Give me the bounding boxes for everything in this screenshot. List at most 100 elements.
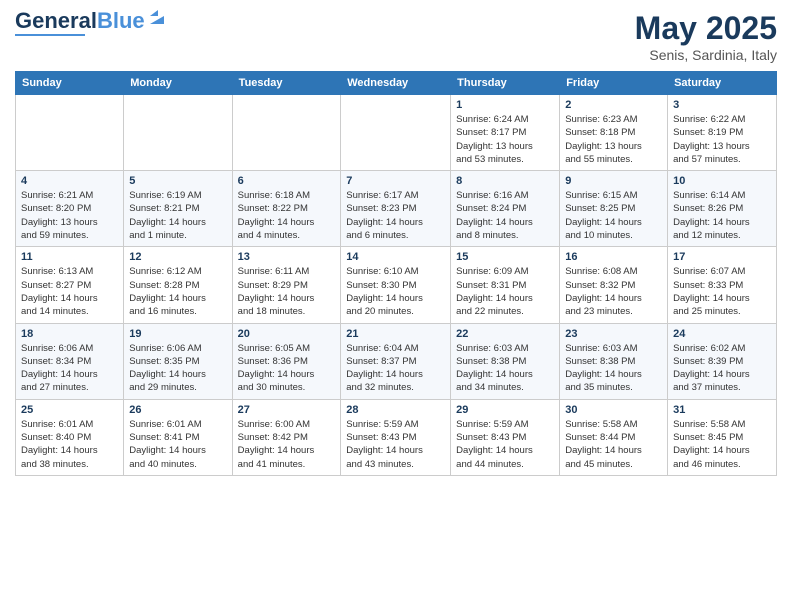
calendar-header-row: Sunday Monday Tuesday Wednesday Thursday… (16, 72, 777, 95)
day-number: 20 (238, 328, 336, 340)
logo-blue: Blue (97, 8, 145, 33)
col-wednesday: Wednesday (341, 72, 451, 95)
week-row-4: 18 Sunrise: 6:06 AM Sunset: 8:34 PM Dayli… (16, 323, 777, 399)
day-info: Sunrise: 6:06 AM Sunset: 8:34 PM Dayligh… (21, 342, 118, 395)
cell-w1-d1 (16, 95, 124, 171)
day-number: 15 (456, 251, 554, 263)
day-number: 19 (129, 328, 226, 340)
cell-w5-d4: 28 Sunrise: 5:59 AM Sunset: 8:43 PM Dayli… (341, 399, 451, 475)
day-number: 7 (346, 175, 445, 187)
cell-w5-d2: 26 Sunrise: 6:01 AM Sunset: 8:41 PM Dayli… (124, 399, 232, 475)
day-info: Sunrise: 6:21 AM Sunset: 8:20 PM Dayligh… (21, 189, 118, 242)
cell-w2-d2: 5Sunrise: 6:19 AM Sunset: 8:21 PM Daylig… (124, 171, 232, 247)
logo-triangle-icon (148, 8, 166, 26)
day-info: Sunrise: 6:16 AM Sunset: 8:24 PM Dayligh… (456, 189, 554, 242)
day-info: Sunrise: 6:14 AM Sunset: 8:26 PM Dayligh… (673, 189, 771, 242)
week-row-5: 25 Sunrise: 6:01 AM Sunset: 8:40 PM Dayli… (16, 399, 777, 475)
cell-w2-d7: 10 Sunrise: 6:14 AM Sunset: 8:26 PM Dayli… (668, 171, 777, 247)
calendar: Sunday Monday Tuesday Wednesday Thursday… (15, 71, 777, 476)
day-info: Sunrise: 5:59 AM Sunset: 8:43 PM Dayligh… (456, 418, 554, 471)
cell-w1-d6: 2Sunrise: 6:23 AM Sunset: 8:18 PM Daylig… (560, 95, 668, 171)
day-number: 18 (21, 328, 118, 340)
cell-w3-d4: 14 Sunrise: 6:10 AM Sunset: 8:30 PM Dayli… (341, 247, 451, 323)
col-friday: Friday (560, 72, 668, 95)
day-number: 25 (21, 404, 118, 416)
cell-w3-d1: 11 Sunrise: 6:13 AM Sunset: 8:27 PM Dayli… (16, 247, 124, 323)
day-info: Sunrise: 6:12 AM Sunset: 8:28 PM Dayligh… (129, 265, 226, 318)
cell-w1-d5: 1Sunrise: 6:24 AM Sunset: 8:17 PM Daylig… (451, 95, 560, 171)
cell-w4-d2: 19 Sunrise: 6:06 AM Sunset: 8:35 PM Dayli… (124, 323, 232, 399)
logo-general: General (15, 8, 97, 33)
day-info: Sunrise: 6:18 AM Sunset: 8:22 PM Dayligh… (238, 189, 336, 242)
day-number: 14 (346, 251, 445, 263)
day-info: Sunrise: 6:10 AM Sunset: 8:30 PM Dayligh… (346, 265, 445, 318)
cell-w5-d1: 25 Sunrise: 6:01 AM Sunset: 8:40 PM Dayli… (16, 399, 124, 475)
day-number: 31 (673, 404, 771, 416)
day-number: 24 (673, 328, 771, 340)
day-number: 30 (565, 404, 662, 416)
cell-w4-d1: 18 Sunrise: 6:06 AM Sunset: 8:34 PM Dayli… (16, 323, 124, 399)
logo: GeneralBlue (15, 10, 166, 36)
col-thursday: Thursday (451, 72, 560, 95)
day-info: Sunrise: 6:05 AM Sunset: 8:36 PM Dayligh… (238, 342, 336, 395)
day-number: 23 (565, 328, 662, 340)
day-info: Sunrise: 6:00 AM Sunset: 8:42 PM Dayligh… (238, 418, 336, 471)
day-info: Sunrise: 6:03 AM Sunset: 8:38 PM Dayligh… (456, 342, 554, 395)
cell-w2-d1: 4 Sunrise: 6:21 AM Sunset: 8:20 PM Daylig… (16, 171, 124, 247)
day-number: 16 (565, 251, 662, 263)
day-number: 11 (21, 251, 118, 263)
col-sunday: Sunday (16, 72, 124, 95)
day-number: 8 (456, 175, 554, 187)
day-number: 2 (565, 99, 662, 111)
cell-w5-d6: 30 Sunrise: 5:58 AM Sunset: 8:44 PM Dayli… (560, 399, 668, 475)
week-row-3: 11 Sunrise: 6:13 AM Sunset: 8:27 PM Dayli… (16, 247, 777, 323)
day-info: Sunrise: 5:58 AM Sunset: 8:44 PM Dayligh… (565, 418, 662, 471)
cell-w4-d4: 21Sunrise: 6:04 AM Sunset: 8:37 PM Dayli… (341, 323, 451, 399)
logo-text: GeneralBlue (15, 10, 145, 32)
cell-w1-d7: 3 Sunrise: 6:22 AM Sunset: 8:19 PM Daylig… (668, 95, 777, 171)
day-number: 26 (129, 404, 226, 416)
day-info: Sunrise: 6:06 AM Sunset: 8:35 PM Dayligh… (129, 342, 226, 395)
day-info: Sunrise: 6:13 AM Sunset: 8:27 PM Dayligh… (21, 265, 118, 318)
cell-w3-d6: 16Sunrise: 6:08 AM Sunset: 8:32 PM Dayli… (560, 247, 668, 323)
cell-w4-d5: 22Sunrise: 6:03 AM Sunset: 8:38 PM Dayli… (451, 323, 560, 399)
cell-w3-d5: 15Sunrise: 6:09 AM Sunset: 8:31 PM Dayli… (451, 247, 560, 323)
day-number: 6 (238, 175, 336, 187)
day-info: Sunrise: 6:22 AM Sunset: 8:19 PM Dayligh… (673, 113, 771, 166)
day-info: Sunrise: 6:11 AM Sunset: 8:29 PM Dayligh… (238, 265, 336, 318)
day-number: 9 (565, 175, 662, 187)
week-row-1: 1Sunrise: 6:24 AM Sunset: 8:17 PM Daylig… (16, 95, 777, 171)
day-number: 10 (673, 175, 771, 187)
day-info: Sunrise: 6:03 AM Sunset: 8:38 PM Dayligh… (565, 342, 662, 395)
day-info: Sunrise: 6:17 AM Sunset: 8:23 PM Dayligh… (346, 189, 445, 242)
day-info: Sunrise: 5:58 AM Sunset: 8:45 PM Dayligh… (673, 418, 771, 471)
day-number: 1 (456, 99, 554, 111)
day-number: 28 (346, 404, 445, 416)
cell-w4-d7: 24Sunrise: 6:02 AM Sunset: 8:39 PM Dayli… (668, 323, 777, 399)
title-block: May 2025 Senis, Sardinia, Italy (635, 10, 777, 63)
day-info: Sunrise: 6:07 AM Sunset: 8:33 PM Dayligh… (673, 265, 771, 318)
day-info: Sunrise: 6:15 AM Sunset: 8:25 PM Dayligh… (565, 189, 662, 242)
logo-line (15, 34, 85, 36)
month-year: May 2025 (635, 10, 777, 47)
cell-w1-d2 (124, 95, 232, 171)
day-info: Sunrise: 5:59 AM Sunset: 8:43 PM Dayligh… (346, 418, 445, 471)
day-info: Sunrise: 6:01 AM Sunset: 8:41 PM Dayligh… (129, 418, 226, 471)
day-number: 3 (673, 99, 771, 111)
cell-w4-d6: 23 Sunrise: 6:03 AM Sunset: 8:38 PM Dayli… (560, 323, 668, 399)
cell-w1-d4 (341, 95, 451, 171)
day-number: 12 (129, 251, 226, 263)
cell-w2-d3: 6 Sunrise: 6:18 AM Sunset: 8:22 PM Daylig… (232, 171, 341, 247)
week-row-2: 4 Sunrise: 6:21 AM Sunset: 8:20 PM Daylig… (16, 171, 777, 247)
cell-w5-d3: 27 Sunrise: 6:00 AM Sunset: 8:42 PM Dayli… (232, 399, 341, 475)
cell-w5-d7: 31 Sunrise: 5:58 AM Sunset: 8:45 PM Dayli… (668, 399, 777, 475)
cell-w1-d3 (232, 95, 341, 171)
day-number: 4 (21, 175, 118, 187)
col-tuesday: Tuesday (232, 72, 341, 95)
day-number: 21 (346, 328, 445, 340)
col-monday: Monday (124, 72, 232, 95)
day-number: 5 (129, 175, 226, 187)
page: GeneralBlue May 2025 Senis, Sardinia, It… (0, 0, 792, 612)
day-number: 27 (238, 404, 336, 416)
day-info: Sunrise: 6:01 AM Sunset: 8:40 PM Dayligh… (21, 418, 118, 471)
